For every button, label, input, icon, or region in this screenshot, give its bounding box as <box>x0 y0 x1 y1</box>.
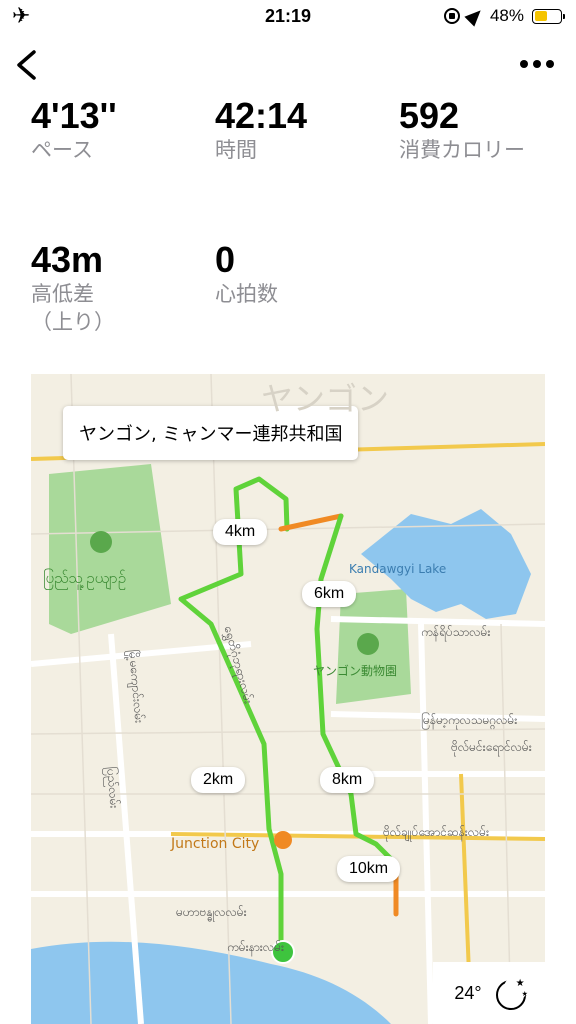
chevron-left-icon[interactable] <box>14 50 40 80</box>
stat-pace: 4'13'' ペース <box>31 96 181 164</box>
calories-value: 592 <box>399 95 460 136</box>
zoo-label: ヤンゴン動物園 <box>313 664 398 678</box>
stat-calories: 592 消費カロリー <box>399 96 534 164</box>
km-marker: 8km <box>320 767 375 793</box>
km-marker: 2km <box>191 767 246 793</box>
street-label: ကမ်းနားလမ်း <box>227 940 284 954</box>
km-marker: 6km <box>302 581 357 607</box>
park-label: ပြည်သူ့ဥယျာဉ် <box>43 569 127 587</box>
lake-label: Kandawgyi Lake <box>349 562 447 576</box>
navigation-bar <box>0 40 576 90</box>
moon-stars-icon: ★ ★ <box>494 976 528 1010</box>
battery-percentage: 48% <box>489 6 524 25</box>
weather-widget: 24° ★ ★ <box>433 962 545 1024</box>
battery-icon <box>532 8 565 24</box>
top-city-label: ヤンゴン <box>261 380 390 418</box>
elevation-label: 高低差（上り） <box>31 282 115 334</box>
street-label: ဗိုလ်မင်းရောင်လမ်း <box>451 740 532 754</box>
junction-city-label: Junction City <box>171 836 260 852</box>
stat-heart-rate: 0 心拍数 <box>215 240 365 308</box>
route-map[interactable]: ヤンゴン, ミャンマー連邦共和国 ပြည်သူ့ဥယျာဉ် Kandawgyi… <box>31 374 545 1024</box>
elevation-value: 43m <box>31 239 104 280</box>
temperature: 24° <box>454 982 482 1003</box>
status-right: 48% <box>443 5 565 27</box>
ellipsis-icon[interactable] <box>520 60 554 68</box>
street-label: မြန်မာ့ကုလသမဂ္ဂလမ်း <box>421 713 518 727</box>
heart-rate-value: 0 <box>215 239 236 280</box>
pace-value: 4'13'' <box>31 95 117 136</box>
km-marker: 10km <box>337 856 401 882</box>
street-label: ပြည်လမ်း <box>104 766 122 809</box>
stat-elevation: 43m 高低差（上り） <box>31 240 131 336</box>
km-marker: 4km <box>213 519 268 545</box>
street-label: ဗိုလ်ချုပ်အောင်ဆန်းလမ်း <box>383 825 489 839</box>
heart-rate-label: 心拍数 <box>215 282 278 306</box>
street-label: မဟာဗန္ဓုလလမ်း <box>176 905 247 919</box>
calories-label: 消費カロリー <box>399 138 525 162</box>
location-arrow-icon <box>464 5 486 27</box>
time-value: 42:14 <box>215 95 308 136</box>
stat-time: 42:14 時間 <box>215 96 365 164</box>
time-label: 時間 <box>215 138 257 162</box>
status-bar: ✈ 21:19 48% <box>0 0 576 34</box>
pace-label: ペース <box>31 138 93 162</box>
rotation-lock-icon <box>443 8 460 24</box>
lake-road-label: ကန်ရိပ်သာလမ်း <box>421 625 491 639</box>
map-canvas <box>31 374 545 1024</box>
